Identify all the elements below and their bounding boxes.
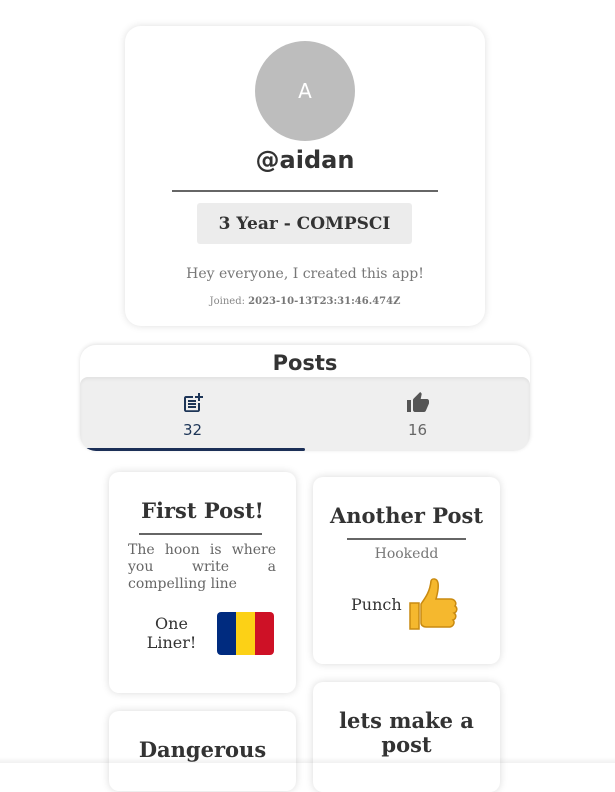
post-extra-text: One Liner! (146, 614, 197, 652)
post-divider (139, 533, 262, 535)
post-card[interactable]: Another Post Hookedd Punch (313, 477, 500, 664)
joined-date: Joined: 2023-10-13T23:31:46.474Z (125, 296, 485, 307)
active-tab-indicator (83, 448, 305, 451)
program-chip: 3 Year - COMPSCI (197, 203, 412, 244)
bottom-fade (0, 757, 615, 763)
bio-text: Hey everyone, I created this app! (186, 266, 424, 282)
post-card[interactable]: First Post! The hoon is where you write … (109, 472, 296, 693)
divider (172, 190, 438, 192)
posts-panel: Posts 32 16 (80, 345, 530, 451)
thumbs-up-icon (409, 578, 458, 630)
tab-likes[interactable]: 16 (305, 377, 530, 451)
likes-count: 16 (407, 421, 428, 439)
username: @aidan (255, 146, 355, 174)
posts-title: Posts (272, 351, 338, 375)
post-body: Hookedd (374, 546, 439, 562)
post-add-icon (184, 393, 203, 412)
avatar[interactable]: A (255, 41, 355, 141)
joined-label: Joined: (209, 296, 245, 307)
post-divider (347, 538, 466, 540)
posts-tab-bar: 32 16 (80, 377, 530, 451)
post-body: The hoon is where you write a compelling… (128, 542, 276, 592)
tab-posts[interactable]: 32 (80, 377, 305, 451)
post-title: First Post! (141, 498, 264, 523)
profile-card: A @aidan 3 Year - COMPSCI Hey everyone, … (125, 26, 485, 326)
post-card[interactable]: lets make a post (313, 682, 500, 792)
thumb-up-icon (407, 392, 429, 412)
post-title: Another Post (329, 503, 484, 528)
posts-count: 32 (182, 421, 203, 439)
romania-flag-icon (217, 612, 274, 655)
post-card[interactable]: Dangerous (109, 711, 296, 791)
post-title: lets make a post (339, 708, 474, 757)
post-extra-text: Punch (351, 595, 402, 614)
joined-value: 2023-10-13T23:31:46.474Z (248, 296, 401, 307)
